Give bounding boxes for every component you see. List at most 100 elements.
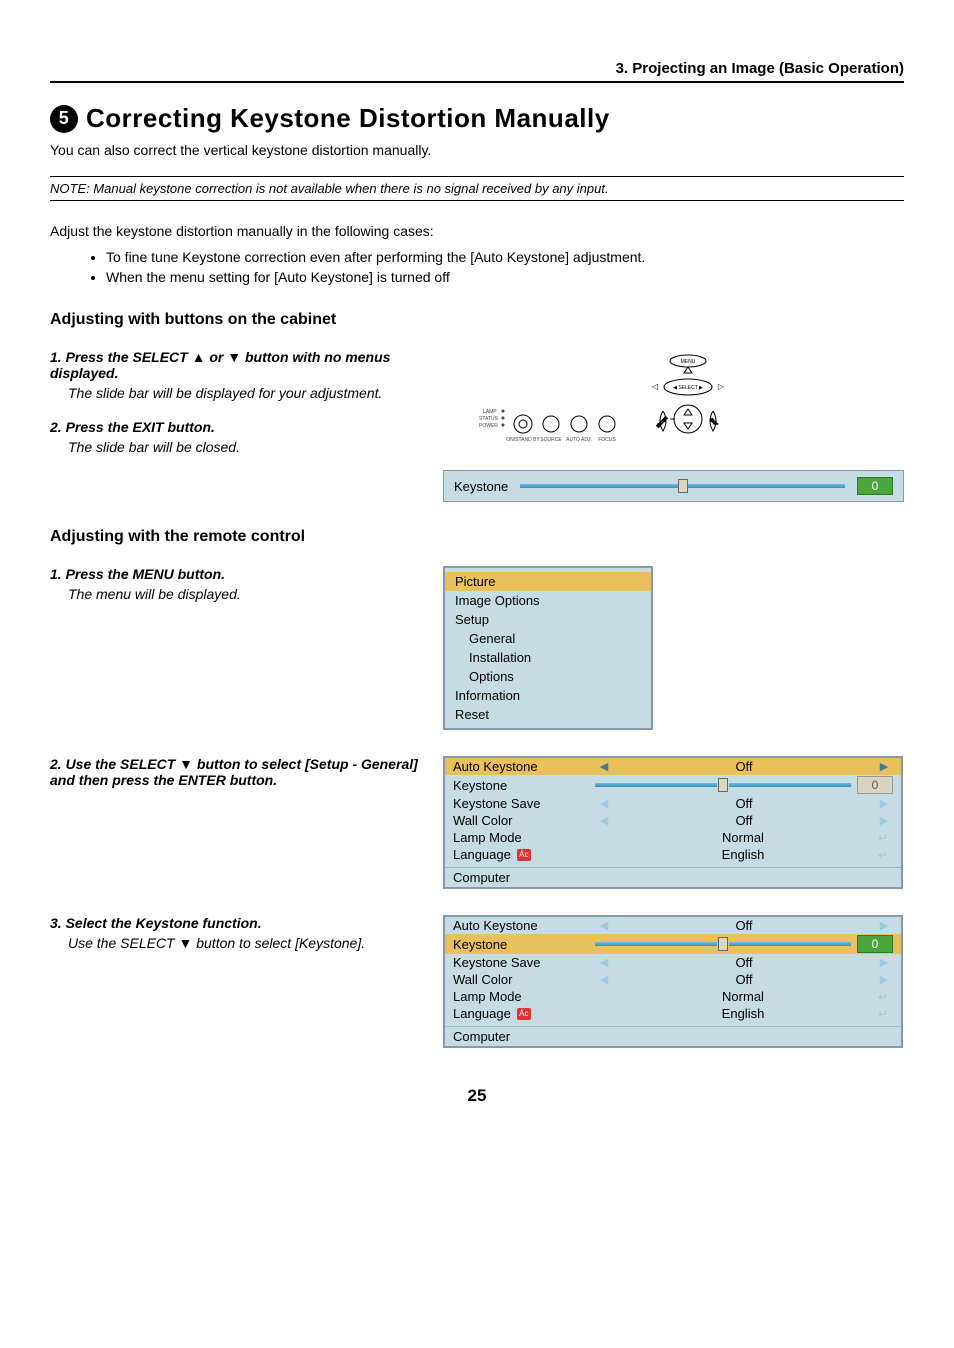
svg-text:STATUS: STATUS [479,416,499,422]
footer-status: Computer [445,867,901,887]
keystone-label: Keystone [454,479,508,494]
value-keystone-save: Off [613,796,875,811]
label-auto-keystone: Auto Keystone [445,918,595,933]
step-title: 1. Press the MENU button. [50,566,425,582]
settings-panel-1: Auto Keystone ◀ Off ▶ Keystone 0 Keyston… [443,756,903,889]
slider-thumb[interactable] [678,479,688,493]
section-title: 5 Correcting Keystone Distortion Manuall… [50,103,904,134]
row-keystone-save[interactable]: Keystone Save ◀ Off ▶ [445,795,901,812]
label-keystone: Keystone [445,937,595,952]
svg-text:▷: ▷ [718,382,725,391]
value-auto-keystone: Off [613,759,875,774]
row-auto-keystone[interactable]: Auto Keystone ◀ Off ▶ [445,758,901,775]
cabinet-diagram: LAMP STATUS POWER ON/STAND BY SOURCE AUT… [443,349,753,449]
value-language: English [613,1006,873,1021]
svg-text:SOURCE: SOURCE [540,437,562,443]
menu-item-general[interactable]: General [445,629,651,648]
note-box: NOTE: Manual keystone correction is not … [50,176,904,201]
svg-text:◁: ◁ [652,382,659,391]
language-icon: Ác [517,1008,531,1020]
arrow-left-icon[interactable]: ◀ [595,760,613,773]
value-language: English [613,847,873,862]
menu-item-information[interactable]: Information [445,686,651,705]
label-keystone-save: Keystone Save [445,796,595,811]
chapter-header: 3. Projecting an Image (Basic Operation) [50,60,904,83]
arrow-left-icon[interactable]: ◀ [595,797,613,810]
arrow-right-icon[interactable]: ▶ [875,973,893,986]
value-lamp-mode: Normal [613,830,873,845]
value-wall-color: Off [613,813,875,828]
section-title-text: Correcting Keystone Distortion Manually [86,103,610,134]
menu-item-reset[interactable]: Reset [445,705,651,724]
keystone-value: 0 [857,776,893,794]
arrow-right-icon[interactable]: ▶ [875,956,893,969]
menu-item-image-options[interactable]: Image Options [445,591,651,610]
arrow-left-icon[interactable]: ◀ [595,919,613,932]
keystone-mini-slider[interactable] [595,778,851,792]
step-title: 2. Press the EXIT button. [50,419,425,435]
value-keystone-save: Off [613,955,875,970]
row-lamp-mode[interactable]: Lamp Mode Normal ↵ [445,988,901,1005]
svg-text:FOCUS: FOCUS [598,437,616,443]
step-body: The slide bar will be displayed for your… [68,385,425,401]
value-lamp-mode: Normal [613,989,873,1004]
arrow-left-icon[interactable]: ◀ [595,814,613,827]
label-wall-color: Wall Color [445,813,595,828]
enter-icon[interactable]: ↵ [873,831,893,845]
arrow-right-icon[interactable]: ▶ [875,760,893,773]
arrow-right-icon[interactable]: ▶ [875,919,893,932]
lead-paragraph: You can also correct the vertical keysto… [50,142,904,158]
menu-item-installation[interactable]: Installation [445,648,651,667]
arrow-left-icon[interactable]: ◀ [595,973,613,986]
svg-text:POWER: POWER [479,423,498,429]
step-title: 2. Use the SELECT ▼ button to select [Se… [50,756,425,788]
row-lamp-mode[interactable]: Lamp Mode Normal ↵ [445,829,901,846]
enter-icon[interactable]: ↵ [873,1007,893,1021]
subheading-remote: Adjusting with the remote control [50,528,904,546]
keystone-value: 0 [857,477,893,495]
svg-text:◀ SELECT ▶: ◀ SELECT ▶ [673,385,703,391]
keystone-slider-box: Keystone 0 [443,470,904,502]
bullet-item: When the menu setting for [Auto Keystone… [106,269,904,285]
arrow-left-icon[interactable]: ◀ [595,956,613,969]
label-auto-keystone: Auto Keystone [445,759,595,774]
bullet-list: To fine tune Keystone correction even af… [50,249,904,285]
row-language[interactable]: Language Ác English ↵ [445,846,901,863]
enter-icon[interactable]: ↵ [873,848,893,862]
label-wall-color: Wall Color [445,972,595,987]
row-language[interactable]: Language Ác English ↵ [445,1005,901,1022]
row-wall-color[interactable]: Wall Color ◀ Off ▶ [445,971,901,988]
bullet-item: To fine tune Keystone correction even af… [106,249,904,265]
menu-item-setup[interactable]: Setup [445,610,651,629]
section-number-badge: 5 [50,105,78,133]
step-body: The slide bar will be closed. [68,439,425,455]
row-auto-keystone[interactable]: Auto Keystone ◀ Off ▶ [445,917,901,934]
value-wall-color: Off [613,972,875,987]
step-body: The menu will be displayed. [68,586,425,602]
label-keystone-save: Keystone Save [445,955,595,970]
slider-track[interactable] [520,479,845,493]
arrow-right-icon[interactable]: ▶ [875,814,893,827]
adjust-intro: Adjust the keystone distortion manually … [50,223,904,239]
menu-item-picture[interactable]: Picture [445,572,651,591]
label-keystone: Keystone [445,778,595,793]
row-keystone[interactable]: Keystone 0 [445,775,901,795]
settings-panel-2: Auto Keystone ◀ Off ▶ Keystone 0 Keyston… [443,915,903,1048]
main-menu: Picture Image Options Setup General Inst… [443,566,653,730]
keystone-mini-slider[interactable] [595,937,851,951]
menu-item-options[interactable]: Options [445,667,651,686]
step-title: 1. Press the SELECT ▲ or ▼ button with n… [50,349,425,381]
svg-text:MENU: MENU [681,359,696,365]
label-lamp-mode: Lamp Mode [445,989,595,1004]
page-number: 25 [50,1086,904,1106]
enter-icon[interactable]: ↵ [873,990,893,1004]
arrow-right-icon[interactable]: ▶ [875,797,893,810]
language-icon: Ác [517,849,531,861]
svg-text:AUTO ADJ.: AUTO ADJ. [566,437,592,443]
row-wall-color[interactable]: Wall Color ◀ Off ▶ [445,812,901,829]
keystone-value: 0 [857,935,893,953]
label-language: Language Ác [445,1006,595,1021]
value-auto-keystone: Off [613,918,875,933]
row-keystone-save[interactable]: Keystone Save ◀ Off ▶ [445,954,901,971]
row-keystone[interactable]: Keystone 0 [445,934,901,954]
